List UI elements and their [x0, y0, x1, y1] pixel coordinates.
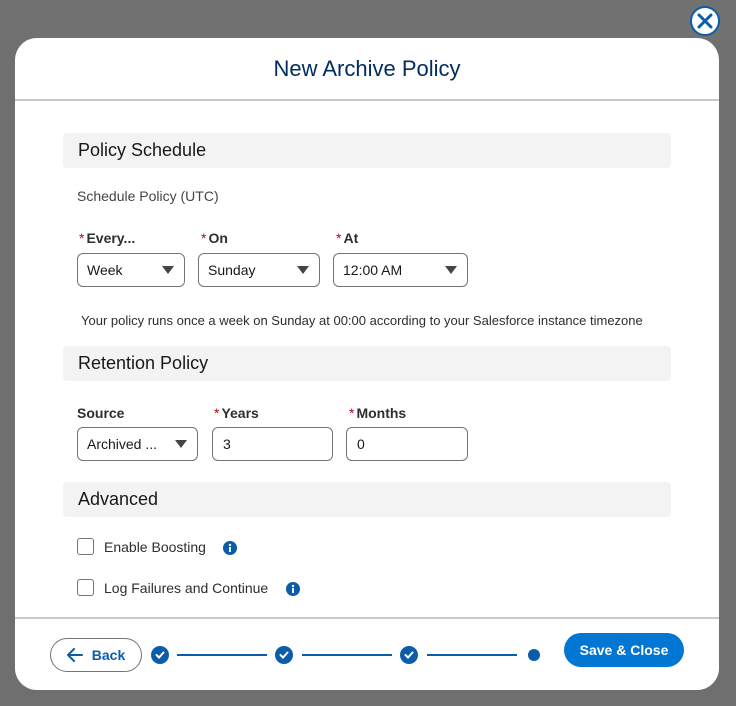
section-header-retention-policy: Retention Policy: [63, 346, 671, 381]
check-icon: [279, 651, 289, 659]
log-failures-checkbox[interactable]: [77, 579, 94, 596]
months-input[interactable]: [346, 427, 468, 461]
archive-policy-modal: New Archive Policy Policy Schedule Sched…: [15, 38, 719, 690]
chevron-down-icon: [162, 266, 174, 274]
at-select-value: 12:00 AM: [343, 262, 403, 278]
enable-boosting-checkbox[interactable]: [77, 538, 94, 555]
every-select-value: Week: [87, 262, 123, 278]
section-header-policy-schedule: Policy Schedule: [63, 133, 671, 168]
close-icon: [697, 13, 713, 29]
arrow-left-icon: [66, 648, 83, 662]
years-label: * Years: [214, 405, 259, 421]
step-1-completed: [151, 646, 169, 664]
step-connector: [427, 654, 517, 656]
at-select[interactable]: 12:00 AM: [333, 253, 468, 287]
section-header-advanced: Advanced: [63, 482, 671, 517]
step-3-completed: [400, 646, 418, 664]
backdrop: [0, 0, 736, 40]
enable-boosting-row: Enable Boosting: [77, 538, 206, 555]
source-select-value: Archived ...: [87, 436, 158, 452]
info-icon[interactable]: [223, 541, 237, 555]
back-button[interactable]: Back: [50, 638, 142, 672]
back-button-label: Back: [91, 647, 126, 663]
modal-title: New Archive Policy: [273, 55, 461, 81]
info-glyph-icon: [228, 543, 232, 552]
on-select-value: Sunday: [208, 262, 256, 278]
chevron-down-icon: [297, 266, 309, 274]
step-4-current: [528, 649, 540, 661]
enable-boosting-label: Enable Boosting: [104, 538, 206, 555]
at-label: * At: [336, 230, 359, 246]
check-icon: [155, 651, 165, 659]
every-label: * Every...: [79, 230, 136, 246]
chevron-down-icon: [175, 440, 187, 448]
every-select[interactable]: Week: [77, 253, 185, 287]
info-glyph-icon: [291, 584, 295, 593]
schedule-subtitle: Schedule Policy (UTC): [77, 188, 219, 204]
check-icon: [404, 651, 414, 659]
step-2-completed: [275, 646, 293, 664]
modal-body: Policy Schedule Schedule Policy (UTC) * E…: [15, 103, 719, 618]
on-select[interactable]: Sunday: [198, 253, 320, 287]
source-label: Source: [77, 405, 125, 421]
info-icon[interactable]: [286, 582, 300, 596]
log-failures-row: Log Failures and Continue: [77, 579, 268, 596]
close-modal-button[interactable]: [690, 6, 720, 36]
step-connector: [302, 654, 392, 656]
on-label: * On: [201, 230, 228, 246]
step-connector: [177, 654, 267, 656]
years-input[interactable]: [212, 427, 333, 461]
save-close-button[interactable]: Save & Close: [564, 633, 684, 667]
months-label: * Months: [349, 405, 407, 421]
log-failures-label: Log Failures and Continue: [104, 579, 269, 596]
modal-footer: Back Save & Close: [15, 617, 719, 690]
source-select[interactable]: Archived ...: [77, 427, 198, 461]
chevron-down-icon: [445, 266, 457, 274]
modal-header: New Archive Policy: [15, 38, 719, 101]
schedule-summary: Your policy runs once a week on Sunday a…: [81, 313, 643, 328]
